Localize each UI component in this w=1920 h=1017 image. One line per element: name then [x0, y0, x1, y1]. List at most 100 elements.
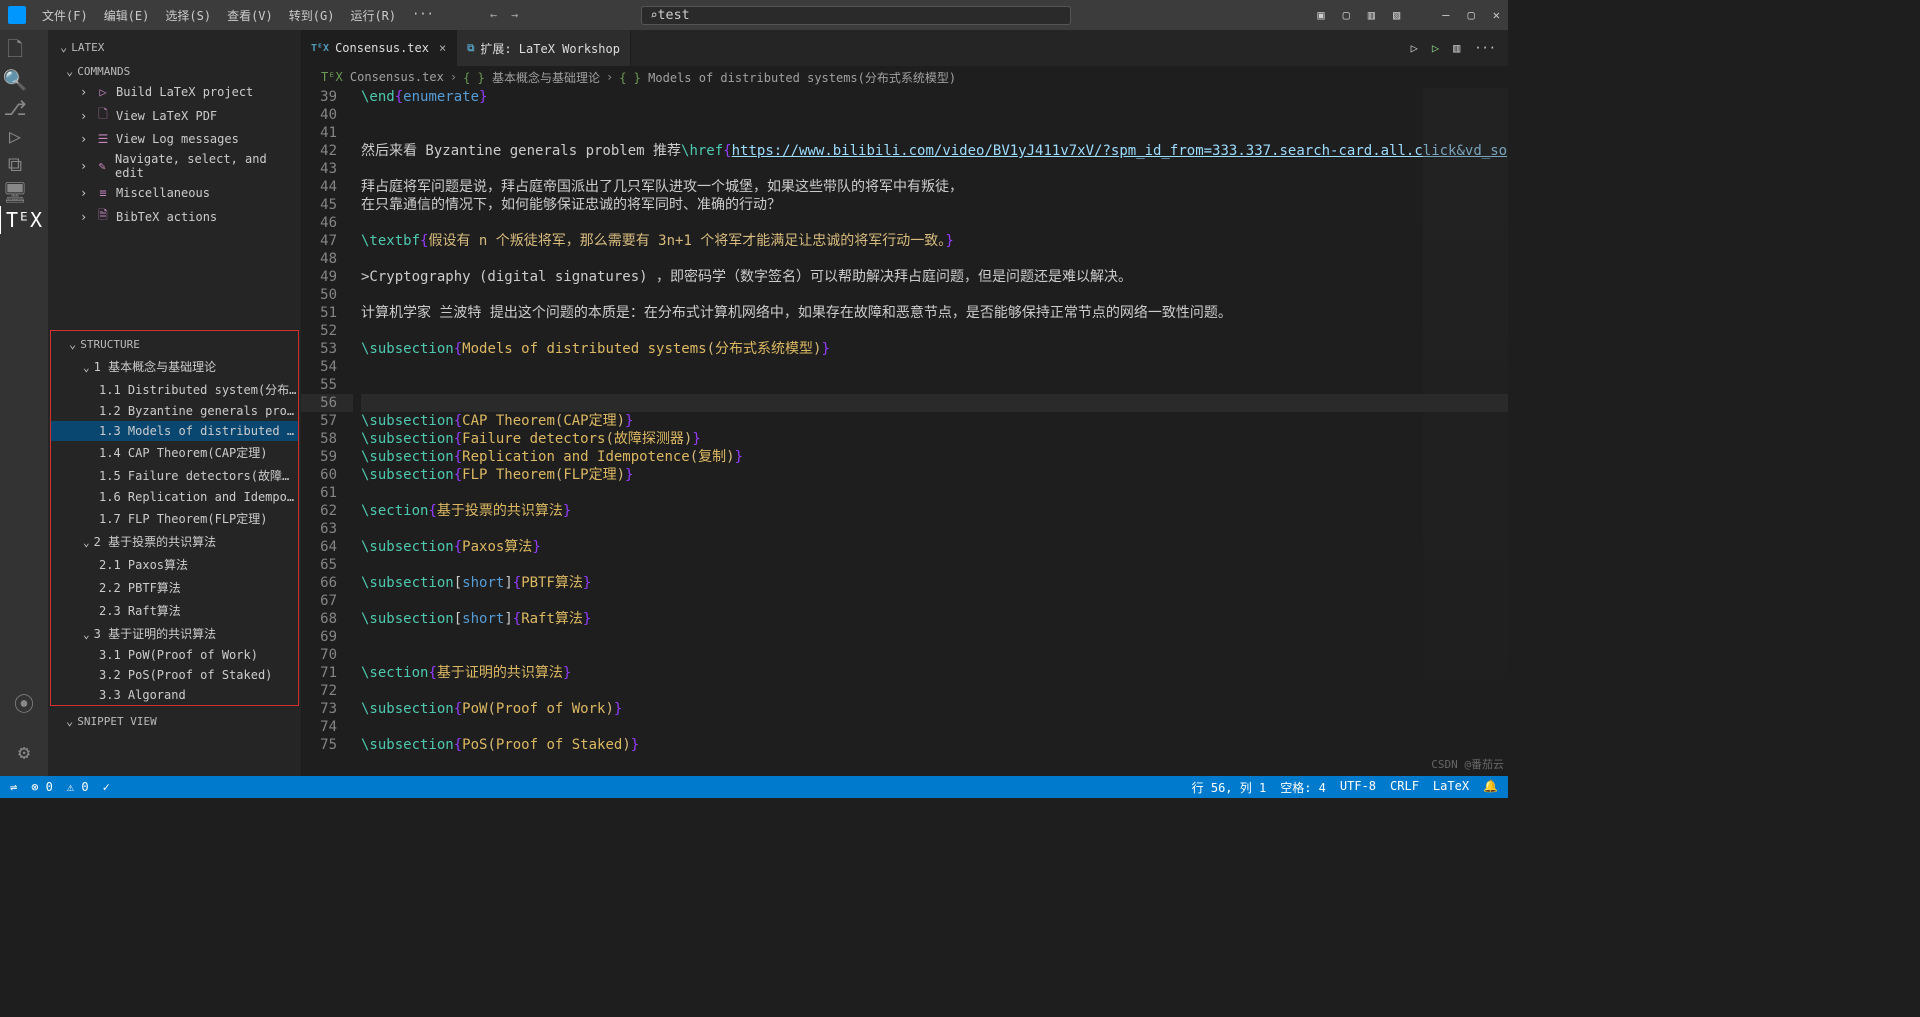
line-number[interactable]: 74 — [301, 718, 353, 736]
code-line[interactable]: \subsection{Models of distributed system… — [361, 340, 1508, 358]
structure-node[interactable]: 1.7 FLP Theorem(FLP定理) — [51, 507, 298, 530]
line-number[interactable]: 40 — [301, 106, 353, 124]
menu-查看(V)[interactable]: 查看(V) — [221, 5, 279, 26]
remote-indicator[interactable]: ⇌ — [10, 780, 17, 794]
code-line[interactable]: \subsection{Failure detectors(故障探测器)} — [361, 430, 1508, 448]
window-max-icon[interactable]: ▢ — [1468, 8, 1475, 22]
code-editor[interactable]: 3940414243444546474849505152535455565758… — [301, 88, 1508, 776]
line-number[interactable]: 69 — [301, 628, 353, 646]
menu-···[interactable]: ··· — [406, 5, 440, 26]
close-tab-icon[interactable]: × — [439, 41, 446, 55]
code-line[interactable]: \subsection{FLP Theorem(FLP定理)} — [361, 466, 1508, 484]
layout-icon-1[interactable]: ▢ — [1343, 8, 1350, 22]
code-line[interactable] — [361, 214, 1508, 232]
code-line[interactable] — [361, 520, 1508, 538]
line-number[interactable]: 75 — [301, 736, 353, 754]
structure-node[interactable]: 1.4 CAP Theorem(CAP定理) — [51, 441, 298, 464]
line-number[interactable]: 42 — [301, 142, 353, 160]
code-line[interactable]: \subsection{CAP Theorem(CAP定理)} — [361, 412, 1508, 430]
nav-back-icon[interactable]: ← — [490, 8, 497, 22]
code-line[interactable]: \section{基于证明的共识算法} — [361, 664, 1508, 682]
line-number[interactable]: 67 — [301, 592, 353, 610]
code-line[interactable] — [361, 160, 1508, 178]
status-encoding[interactable]: UTF-8 — [1340, 779, 1376, 796]
code-line[interactable]: \section{基于投票的共识算法} — [361, 502, 1508, 520]
line-number[interactable]: 51 — [301, 304, 353, 322]
code-line[interactable]: 在只靠通信的情况下，如何能够保证忠诚的将军同时、准确的行动？ — [361, 196, 1508, 214]
line-number[interactable]: 61 — [301, 484, 353, 502]
code-line[interactable]: \textbf{假设有 n 个叛徒将军，那么需要有 3n+1 个将军才能满足让忠… — [361, 232, 1508, 250]
structure-node[interactable]: 3 基于证明的共识算法 — [51, 622, 298, 645]
structure-node[interactable]: 2.3 Raft算法 — [51, 599, 298, 622]
structure-node[interactable]: 2 基于投票的共识算法 — [51, 530, 298, 553]
structure-node[interactable]: 3.3 Algorand — [51, 685, 298, 705]
line-number[interactable]: 71 — [301, 664, 353, 682]
line-number[interactable]: 54 — [301, 358, 353, 376]
code-line[interactable] — [361, 286, 1508, 304]
activity-bottom-0[interactable]: ⦿ — [10, 688, 38, 716]
line-number[interactable]: 73 — [301, 700, 353, 718]
activity-item-3[interactable]: ▷ — [1, 122, 29, 150]
layout-icon-2[interactable]: ▥ — [1368, 8, 1375, 22]
structure-node[interactable]: 3.2 PoS(Proof of Staked) — [51, 665, 298, 685]
menu-编辑(E)[interactable]: 编辑(E) — [98, 5, 156, 26]
command-item[interactable]: ›🗋View LaTeX PDF — [48, 102, 301, 129]
search-input[interactable] — [658, 8, 1063, 23]
activity-bottom-1[interactable]: ⚙ — [10, 738, 38, 766]
menu-运行(R)[interactable]: 运行(R) — [344, 5, 402, 26]
editor-tab[interactable]: TᴱXConsensus.tex× — [301, 30, 457, 66]
line-number[interactable]: 43 — [301, 160, 353, 178]
status-eol[interactable]: CRLF — [1390, 779, 1419, 796]
code-line[interactable]: \subsection[short]{PBTF算法} — [361, 574, 1508, 592]
line-number[interactable]: 70 — [301, 646, 353, 664]
line-number[interactable]: 65 — [301, 556, 353, 574]
command-item[interactable]: ›✎Navigate, select, and edit — [48, 149, 301, 183]
code-line[interactable] — [361, 106, 1508, 124]
status-warnings[interactable]: ⚠ 0 — [67, 780, 89, 794]
code-line[interactable] — [361, 484, 1508, 502]
structure-node[interactable]: 1.6 Replication and Idempotence(... — [51, 487, 298, 507]
commands-header[interactable]: Commands — [48, 58, 301, 82]
line-number[interactable]: 58 — [301, 430, 353, 448]
structure-node[interactable]: 3.1 PoW(Proof of Work) — [51, 645, 298, 665]
line-number[interactable]: 62 — [301, 502, 353, 520]
snippet-view-header[interactable]: Snippet View — [48, 708, 301, 732]
code-line[interactable] — [361, 682, 1508, 700]
menu-转到(G)[interactable]: 转到(G) — [283, 5, 341, 26]
code-line[interactable] — [361, 250, 1508, 268]
activity-item-1[interactable]: 🔍 — [1, 66, 29, 94]
activity-item-5[interactable]: 🖥 — [1, 178, 29, 206]
line-number[interactable]: 49 — [301, 268, 353, 286]
breadcrumb-item[interactable]: { } 基本概念与基础理论 — [463, 69, 600, 86]
layout-icon-0[interactable]: ▣ — [1317, 8, 1324, 22]
layout-icon-3[interactable]: ▧ — [1393, 8, 1400, 22]
line-number[interactable]: 52 — [301, 322, 353, 340]
code-line[interactable] — [361, 592, 1508, 610]
code-line[interactable] — [361, 394, 1508, 412]
menu-文件(F)[interactable]: 文件(F) — [36, 5, 94, 26]
command-center-search[interactable]: ⌕ — [641, 6, 1071, 25]
command-item[interactable]: ›☰View Log messages — [48, 129, 301, 149]
structure-node[interactable]: 1 基本概念与基础理论 — [51, 355, 298, 378]
command-item[interactable]: ›▷Build LaTeX project — [48, 82, 301, 102]
line-number[interactable]: 47 — [301, 232, 353, 250]
line-number[interactable]: 60 — [301, 466, 353, 484]
line-number[interactable]: 46 — [301, 214, 353, 232]
run-icon[interactable]: ▷ — [1411, 41, 1418, 55]
structure-node[interactable]: 2.1 Paxos算法 — [51, 553, 298, 576]
line-number[interactable]: 55 — [301, 376, 353, 394]
breadcrumb[interactable]: TᴱX Consensus.tex›{ } 基本概念与基础理论›{ } Mode… — [301, 66, 1508, 88]
line-number[interactable]: 50 — [301, 286, 353, 304]
minimap[interactable] — [1423, 88, 1508, 776]
window-close-icon[interactable]: ✕ — [1493, 8, 1500, 22]
code-line[interactable]: \subsection{Paxos算法} — [361, 538, 1508, 556]
code-line[interactable] — [361, 376, 1508, 394]
editor-tab[interactable]: ⧉扩展: LaTeX Workshop — [457, 30, 631, 66]
split-editor-icon[interactable]: ▥ — [1453, 41, 1460, 55]
run-debug-icon[interactable]: ▷ — [1432, 41, 1439, 55]
structure-node[interactable]: 1.2 Byzantine generals problem(... — [51, 401, 298, 421]
structure-node[interactable]: 2.2 PBTF算法 — [51, 576, 298, 599]
code-line[interactable] — [361, 628, 1508, 646]
line-number[interactable]: 53 — [301, 340, 353, 358]
structure-node[interactable]: 1.5 Failure detectors(故障探测器) — [51, 464, 298, 487]
